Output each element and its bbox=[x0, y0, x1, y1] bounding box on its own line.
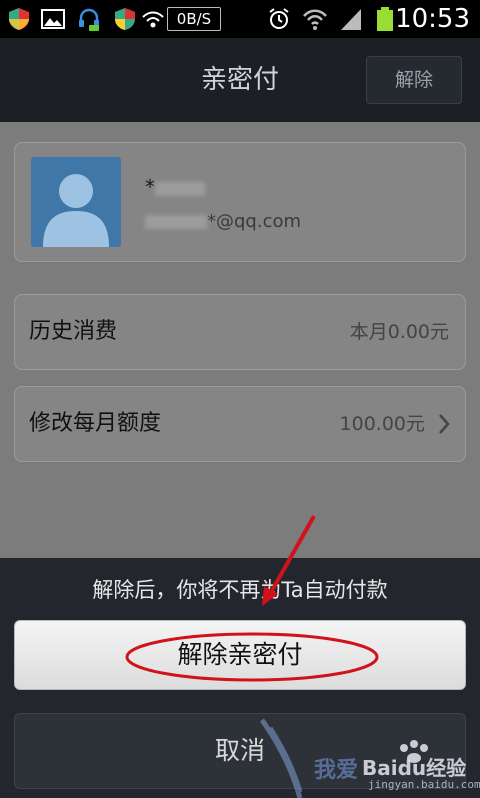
alarm-icon bbox=[269, 8, 289, 29]
watermark-url: jingyan.baidu.com bbox=[368, 778, 480, 791]
status-bar: 0B/S 10:53 bbox=[0, 0, 480, 38]
wifi-icon bbox=[142, 11, 164, 28]
history-value: 本月0.00元 bbox=[349, 321, 449, 343]
quota-row[interactable]: 修改每月额度 100.00元 bbox=[14, 386, 466, 462]
chevron-right-icon bbox=[439, 414, 450, 434]
battery-icon bbox=[377, 7, 393, 31]
clock: 10:53 bbox=[395, 4, 470, 34]
contact-email: *@qq.com bbox=[145, 211, 301, 232]
headset-icon bbox=[79, 8, 99, 31]
history-label: 历史消费 bbox=[29, 319, 118, 344]
person-icon bbox=[43, 174, 109, 247]
network-speed: 0B/S bbox=[167, 7, 221, 31]
shield-icon bbox=[115, 8, 135, 30]
history-row[interactable]: 历史消费 本月0.00元 bbox=[14, 294, 466, 370]
cell-signal-icon bbox=[341, 9, 361, 30]
watermark-text: 我爱 bbox=[314, 758, 359, 783]
shield-icon bbox=[9, 8, 29, 30]
contact-name: * bbox=[145, 175, 205, 199]
quota-value: 100.00元 bbox=[339, 413, 425, 435]
sheet-message: 解除后，你将不再为Ta自动付款 bbox=[92, 578, 388, 602]
image-icon bbox=[41, 9, 65, 29]
wifi-signal-icon bbox=[303, 9, 327, 30]
title-bar: 亲密付 解除 bbox=[0, 38, 480, 122]
blurred-email bbox=[145, 215, 207, 229]
profile-card: * *@qq.com bbox=[14, 142, 466, 262]
name-text: * bbox=[145, 175, 155, 199]
avatar bbox=[31, 157, 121, 247]
remove-button[interactable]: 解除 bbox=[366, 56, 462, 104]
quota-label: 修改每月额度 bbox=[29, 411, 162, 436]
confirm-remove-button[interactable]: 解除亲密付 bbox=[14, 620, 466, 690]
watermark-brand: Baidu经验 bbox=[362, 756, 467, 780]
email-suffix: *@qq.com bbox=[207, 211, 302, 232]
blurred-name bbox=[155, 181, 205, 196]
